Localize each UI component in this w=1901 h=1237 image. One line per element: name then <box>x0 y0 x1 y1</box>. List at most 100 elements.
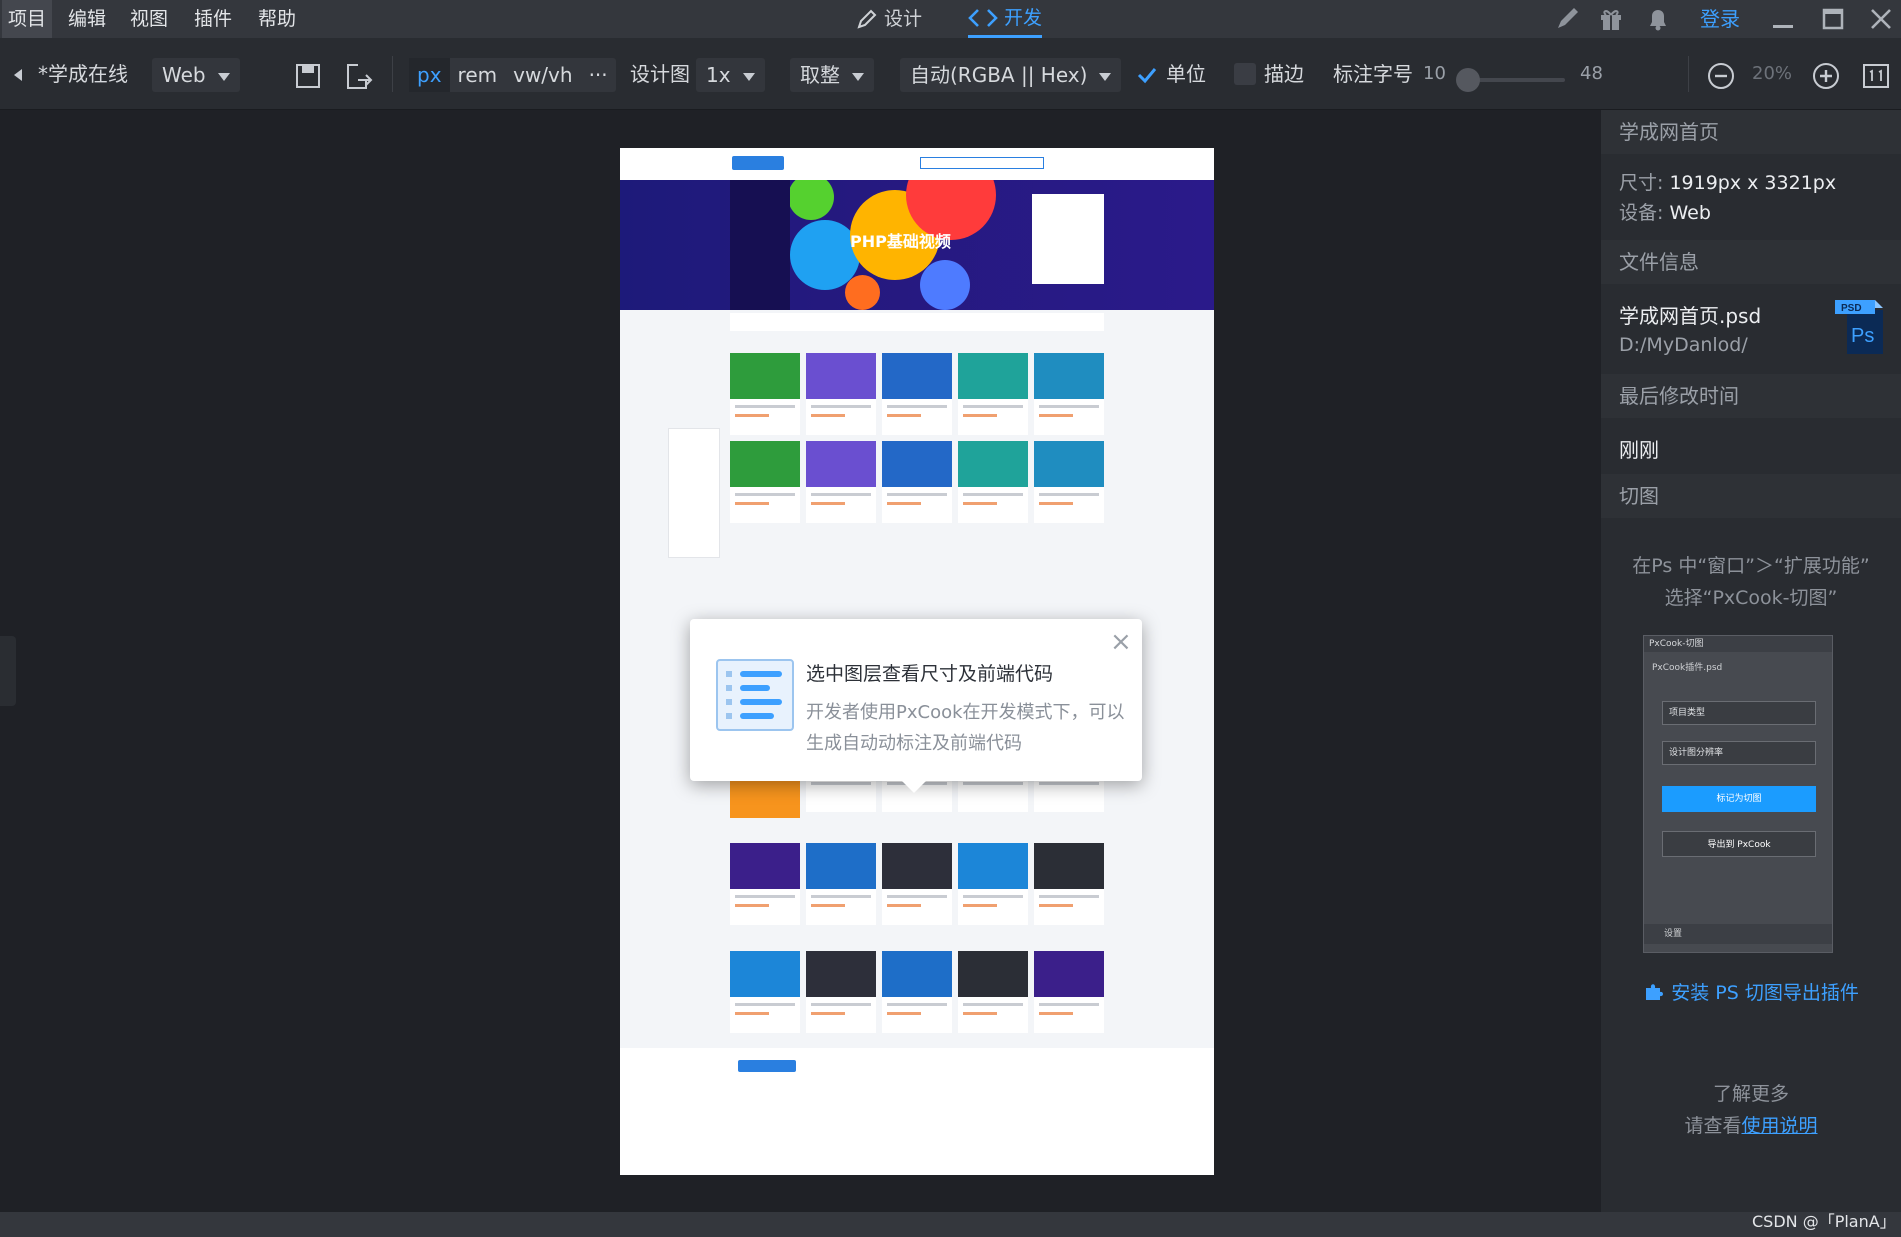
file-section-title: 文件信息 <box>1601 240 1901 284</box>
size-label: 尺寸: <box>1619 172 1664 194</box>
tooltip-close-button[interactable]: × <box>1110 627 1132 657</box>
tab-design-label: 设计 <box>884 8 923 30</box>
gift-icon[interactable] <box>1598 6 1624 32</box>
stroke-checkbox[interactable] <box>1234 63 1256 85</box>
plugin-preview-export-button: 导出到 PxCook <box>1662 831 1816 857</box>
platform-value: Web <box>162 63 206 87</box>
menu-bar: 项目 编辑 视图 插件 帮助 设计 开发 登录 <box>0 0 1901 38</box>
manual-link[interactable]: 使用说明 <box>1742 1115 1818 1137</box>
zoom-level: 20% <box>1752 63 1793 84</box>
login-button[interactable]: 登录 <box>1700 0 1740 38</box>
bell-icon[interactable] <box>1645 6 1671 32</box>
design-label: 设计图 <box>630 62 690 86</box>
code-icon <box>968 8 998 27</box>
artboard-banner: PHP基础视频 <box>620 180 1214 310</box>
chevron-down-icon <box>852 72 864 81</box>
plugin-preview-image: PxCook-切图 PxCook插件.psd 项目类型 设计图分辨率 标记为切图… <box>1643 635 1833 953</box>
file-name: 学成网首页.psd <box>1619 304 1762 328</box>
watermark: CSDN @「PlanA」 <box>1752 1212 1896 1231</box>
install-plugin-link[interactable]: 安装 PS 切图导出插件 <box>1601 978 1901 1005</box>
toolbar: *学成在线 Web px rem vw/vh ··· 设计图 1x 取整 自动(… <box>0 38 1901 110</box>
artboard-side-widget <box>668 428 720 558</box>
size-value: 1919px x 3321px <box>1669 172 1837 194</box>
divider <box>1688 56 1689 92</box>
device-value: Web <box>1669 202 1711 224</box>
font-min: 10 <box>1423 63 1446 84</box>
slice-hint-line-1: 在Ps 中“窗口”＞“扩展功能” <box>1632 555 1870 577</box>
modified-value: 刚刚 <box>1619 438 1659 462</box>
divider <box>392 56 393 92</box>
plugin-preview-file: PxCook插件.psd <box>1652 663 1723 673</box>
plugin-preview-select-2: 设计图分辨率 <box>1662 741 1816 765</box>
dev-mode-tooltip: × 选中图层查看尺寸及前端代码 开发者使用PxCook在开发模式下，可以生成自动… <box>690 619 1142 793</box>
slice-hint-line-2: 选择“PxCook-切图” <box>1664 587 1838 609</box>
platform-select[interactable]: Web <box>152 58 240 92</box>
modified-section-title: 最后修改时间 <box>1601 374 1901 418</box>
site-logo <box>732 156 784 170</box>
plugin-preview-settings: 设置 <box>1644 924 1832 944</box>
plugin-preview-title: PxCook-切图 <box>1644 636 1832 652</box>
left-panel-handle[interactable] <box>0 636 16 706</box>
export-icon[interactable] <box>344 62 374 92</box>
unit-vw-vh[interactable]: vw/vh <box>505 58 580 92</box>
see-prefix: 请查看 <box>1684 1115 1742 1137</box>
artboard-category-nav <box>730 313 1104 331</box>
manual-line: 请查看使用说明 <box>1601 1110 1901 1142</box>
file-path: D:/MyDanlod/ <box>1619 334 1748 356</box>
tooltip-body: 开发者使用PxCook在开发模式下，可以生成自动动标注及前端代码 <box>806 702 1125 754</box>
stroke-checkbox-label[interactable]: 描边 <box>1264 38 1304 110</box>
plugin-preview-mark-button: 标记为切图 <box>1662 786 1816 812</box>
chevron-down-icon <box>742 72 755 81</box>
design-scale-select[interactable]: 1x <box>696 58 765 92</box>
tooltip-title: 选中图层查看尺寸及前端代码 <box>806 663 1054 685</box>
install-plugin-text: 安装 PS 切图导出插件 <box>1671 982 1859 1004</box>
unit-more[interactable]: ··· <box>581 58 616 92</box>
plugin-preview-select-1: 项目类型 <box>1662 701 1816 725</box>
slider-handle[interactable] <box>1456 68 1480 92</box>
device-label: 设备: <box>1619 202 1664 224</box>
save-icon[interactable] <box>294 62 322 90</box>
close-icon[interactable] <box>1868 6 1894 32</box>
check-icon[interactable] <box>1136 65 1158 85</box>
tab-develop[interactable]: 开发 <box>968 0 1043 38</box>
puzzle-icon <box>1646 984 1664 1000</box>
menu-edit[interactable]: 编辑 <box>62 0 112 38</box>
psd-file-icon: Ps PSD <box>1835 300 1883 354</box>
font-size-label: 标注字号 <box>1333 62 1413 86</box>
tab-design[interactable]: 设计 <box>856 0 922 38</box>
unit-px[interactable]: px <box>409 58 450 92</box>
design-scale-value: 1x <box>706 63 731 87</box>
project-name[interactable]: *学成在线 <box>38 38 128 110</box>
unit-switcher: px rem vw/vh ··· <box>409 58 616 92</box>
font-max: 48 <box>1580 63 1603 84</box>
zoom-in-icon[interactable] <box>1812 62 1840 90</box>
rounding-select[interactable]: 取整 <box>790 58 874 92</box>
chevron-down-icon <box>217 72 230 81</box>
design-canvas[interactable]: PHP基础视频 × 选中图层查看尺寸及前端代码 开发者使用PxCook在开发模式… <box>0 111 1600 1212</box>
unit-checkbox-label[interactable]: 单位 <box>1166 38 1206 110</box>
unit-rem[interactable]: rem <box>450 58 506 92</box>
size-row: 尺寸: 1919px x 3321px <box>1619 168 1836 195</box>
banner-title: PHP基础视频 <box>850 232 951 251</box>
menu-help[interactable]: 帮助 <box>252 0 302 38</box>
tab-develop-label: 开发 <box>1004 6 1043 29</box>
back-arrow-icon[interactable] <box>12 68 24 82</box>
svg-text:Ps: Ps <box>1851 325 1874 347</box>
pen-icon[interactable] <box>1554 6 1580 32</box>
zoom-out-icon[interactable] <box>1707 62 1735 90</box>
actual-size-icon[interactable] <box>1862 63 1890 89</box>
page-section-title: 学成网首页 <box>1601 110 1901 154</box>
artboard-footer <box>620 1048 1214 1175</box>
artboard-header <box>620 148 1214 180</box>
menu-project[interactable]: 项目 <box>2 0 53 38</box>
svg-text:PSD: PSD <box>1841 303 1862 314</box>
menu-plugins[interactable]: 插件 <box>188 0 238 38</box>
info-panel: 学成网首页 尺寸: 1919px x 3321px 设备: Web 文件信息 学… <box>1601 110 1901 1212</box>
menu-view[interactable]: 视图 <box>124 0 174 38</box>
minimize-icon[interactable] <box>1770 6 1796 32</box>
status-bar <box>0 1212 1901 1237</box>
chevron-down-icon <box>1099 72 1112 81</box>
color-format-value: 自动(RGBA || Hex) <box>910 63 1088 87</box>
color-format-select[interactable]: 自动(RGBA || Hex) <box>900 58 1122 92</box>
maximize-icon[interactable] <box>1820 6 1846 32</box>
